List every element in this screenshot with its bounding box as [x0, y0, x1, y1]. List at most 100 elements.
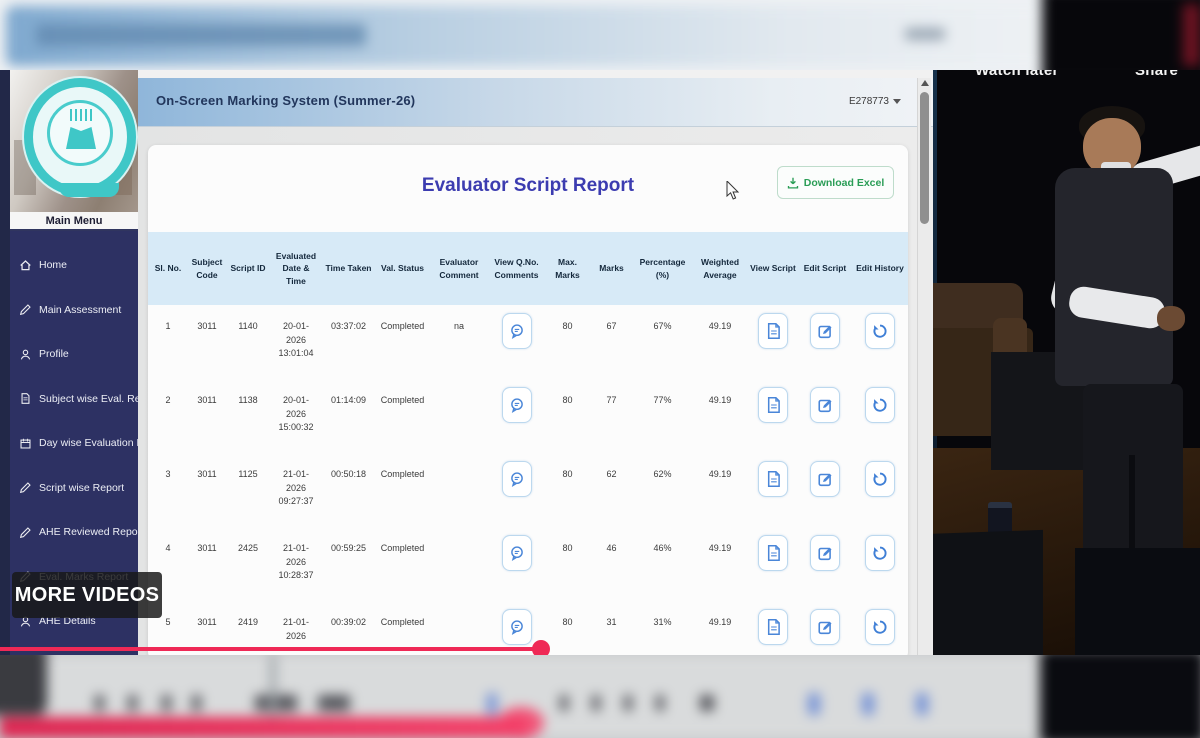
stage-scene	[933, 70, 1200, 655]
cell-weighted_average: 49.19	[692, 601, 748, 655]
file-icon	[766, 545, 781, 561]
table-body: 13011114020-01-202613:01:0403:37:02Compl…	[148, 305, 908, 655]
cell-percentage: 31%	[633, 601, 692, 655]
cell-subject_code: 3011	[188, 305, 226, 379]
person-icon	[20, 349, 31, 360]
comment-button[interactable]	[502, 387, 532, 423]
cell-edit_history	[852, 305, 908, 379]
date-line: 21-01-	[270, 616, 322, 630]
comment-icon	[509, 619, 525, 635]
sidebar-item-subject-wise-eval-report[interactable]: Subject wise Eval. Report	[10, 377, 138, 422]
cell-script_id: 1138	[226, 379, 270, 453]
cell-val_status: Completed	[375, 527, 430, 601]
video-frame: On-Screen Marking System (Summer-26) E27…	[0, 0, 1200, 738]
file-button[interactable]	[758, 461, 788, 497]
comment-button[interactable]	[502, 313, 532, 349]
cell-percentage: 67%	[633, 305, 692, 379]
column-header-label: Weighted Average	[694, 256, 746, 281]
edit-button[interactable]	[810, 313, 840, 349]
cell-value: 62%	[653, 469, 671, 479]
cell-val_status: Completed	[375, 379, 430, 453]
cell-value: 49.19	[709, 617, 732, 627]
column-header-sl_no: Sl. No.	[148, 232, 188, 305]
cell-view_comments	[488, 527, 545, 601]
edit-icon	[818, 620, 833, 635]
stage-box	[1075, 548, 1200, 655]
sidebar-item-home[interactable]: Home	[10, 243, 138, 288]
user-menu[interactable]: E278773	[849, 96, 901, 107]
cell-max_marks: 80	[545, 601, 590, 655]
column-header-weighted_average: Weighted Average	[692, 232, 748, 305]
file-button[interactable]	[758, 387, 788, 423]
history-button[interactable]	[865, 387, 895, 423]
page-scrollbar[interactable]	[917, 78, 931, 655]
cell-edit_script	[798, 527, 852, 601]
share-button[interactable]: Share	[1135, 70, 1178, 79]
edit-button[interactable]	[810, 387, 840, 423]
column-header-label: View Script	[750, 262, 796, 274]
sidebar-item-day-wise-evaluation-report[interactable]: Day wise Evaluation Report	[10, 421, 138, 466]
column-header-edit_history: Edit History	[852, 232, 908, 305]
cell-value: 67%	[653, 321, 671, 331]
file-button[interactable]	[758, 609, 788, 645]
sidebar-item-label: Main Assessment	[39, 304, 121, 316]
cell-value: Completed	[381, 617, 425, 627]
history-button[interactable]	[865, 535, 895, 571]
cell-evaluated_date: 20-01-202615:00:32	[270, 379, 322, 453]
cell-value: 03:37:02	[331, 321, 366, 331]
cell-value: 49.19	[709, 543, 732, 553]
cell-value: 49.19	[709, 469, 732, 479]
file-icon	[766, 471, 781, 487]
cell-sl_no: 1	[148, 305, 188, 379]
video-progress-bar[interactable]	[0, 647, 545, 651]
comment-button[interactable]	[502, 535, 532, 571]
file-button[interactable]	[758, 535, 788, 571]
history-button[interactable]	[865, 609, 895, 645]
comment-button[interactable]	[502, 461, 532, 497]
logo-rays	[70, 109, 92, 121]
edit-button[interactable]	[810, 535, 840, 571]
cell-script_id: 2425	[226, 527, 270, 601]
cell-sl_no: 2	[148, 379, 188, 453]
calendar-icon	[20, 438, 31, 449]
download-excel-label: Download Excel	[804, 177, 885, 189]
video-progress-scrubber[interactable]	[532, 640, 550, 655]
sidebar-item-ahe-reviewed-report[interactable]: AHE Reviewed Report	[10, 510, 138, 555]
scrollbar-thumb[interactable]	[920, 92, 929, 224]
file-button[interactable]	[758, 313, 788, 349]
cell-subject_code: 3011	[188, 379, 226, 453]
document-icon	[20, 393, 31, 404]
cell-value: Completed	[381, 469, 425, 479]
cell-value: 3011	[197, 469, 216, 479]
sidebar-item-label: Day wise Evaluation Report	[39, 437, 138, 449]
cell-weighted_average: 49.19	[692, 305, 748, 379]
cell-value: 00:50:18	[331, 469, 366, 479]
cell-view_script	[748, 601, 798, 655]
history-icon	[872, 619, 888, 635]
sidebar-item-main-assessment[interactable]: Main Assessment	[10, 288, 138, 333]
cell-value: 31%	[653, 617, 671, 627]
cell-value: 80	[562, 617, 572, 627]
date-line: 2026	[270, 556, 322, 570]
sidebar-item-script-wise-report[interactable]: Script wise Report	[10, 466, 138, 511]
cell-script_id: 1125	[226, 453, 270, 527]
column-header-label: Marks	[599, 262, 624, 274]
column-header-label: View Q.No. Comments	[490, 256, 543, 281]
cell-value: 3011	[197, 321, 216, 331]
cell-value: 62	[606, 469, 616, 479]
download-excel-button[interactable]: Download Excel	[777, 166, 894, 199]
more-videos-overlay[interactable]: MORE VIDEOS	[12, 572, 162, 618]
cell-value: 49.19	[709, 321, 732, 331]
column-header-evaluated_date: Evaluated Date & Time	[270, 232, 322, 305]
comment-button[interactable]	[502, 609, 532, 645]
history-button[interactable]	[865, 313, 895, 349]
cell-value: 3011	[197, 617, 216, 627]
sidebar-item-profile[interactable]: Profile	[10, 332, 138, 377]
sidebar-item-label: AHE Reviewed Report	[39, 526, 138, 538]
edit-button[interactable]	[810, 461, 840, 497]
history-button[interactable]	[865, 461, 895, 497]
edit-button[interactable]	[810, 609, 840, 645]
evaluator-script-table: Sl. No.Subject CodeScript IDEvaluated Da…	[148, 232, 908, 655]
cell-value: 1140	[238, 321, 257, 331]
watch-later-button[interactable]: Watch later	[975, 70, 1059, 79]
